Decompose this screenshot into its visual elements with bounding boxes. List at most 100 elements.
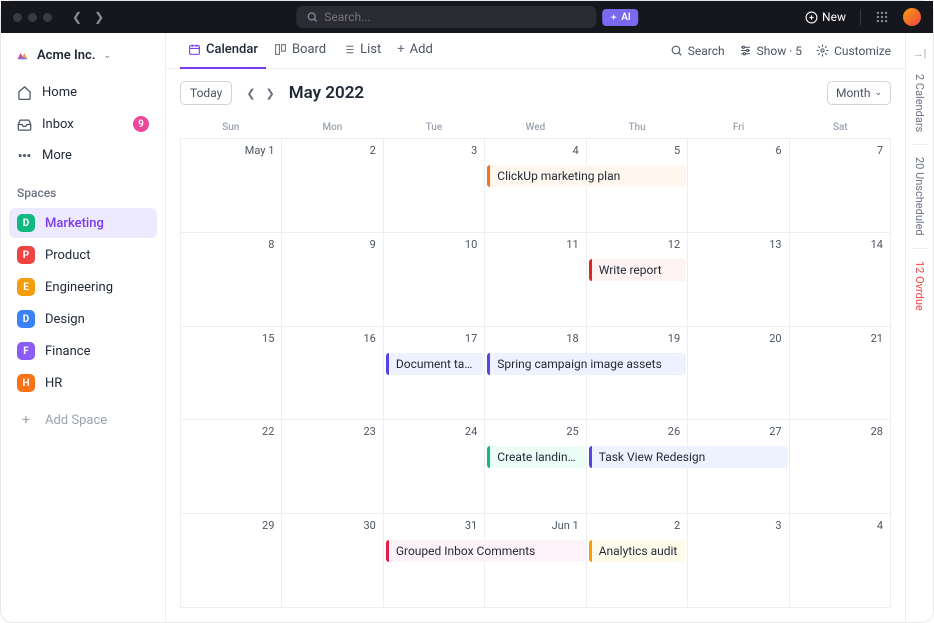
- search-box[interactable]: [296, 6, 596, 28]
- day-cell[interactable]: 21: [790, 327, 891, 420]
- view-tab-add[interactable]: + Add: [389, 33, 441, 69]
- calendar-event[interactable]: Write report: [589, 259, 686, 281]
- day-cell[interactable]: 20: [688, 327, 789, 420]
- day-cell[interactable]: 24: [384, 420, 485, 513]
- today-button[interactable]: Today: [180, 81, 232, 105]
- toolbar-search[interactable]: Search: [670, 44, 725, 58]
- collapse-panel-icon[interactable]: →|: [909, 43, 931, 64]
- nav-item-home[interactable]: Home: [9, 78, 157, 107]
- toolbar-show[interactable]: Show · 5: [739, 44, 802, 58]
- calendar-event[interactable]: Spring campaign image assets: [487, 353, 686, 375]
- day-header: Wed: [485, 117, 587, 138]
- day-cell[interactable]: 6: [688, 139, 789, 232]
- day-cell[interactable]: May 1: [181, 139, 282, 232]
- space-item-finance[interactable]: F Finance: [9, 336, 157, 366]
- board-icon: [274, 43, 287, 56]
- space-label: Design: [45, 312, 85, 327]
- view-tab-board[interactable]: Board: [266, 33, 334, 69]
- space-item-engineering[interactable]: EEngineering: [9, 272, 157, 302]
- nav-forward-icon[interactable]: ❯: [90, 8, 108, 26]
- calendar-event[interactable]: Analytics audit: [589, 540, 686, 562]
- nav-item-more[interactable]: More: [9, 141, 157, 170]
- day-number: 4: [797, 519, 883, 532]
- calendar-event[interactable]: Document target users: [386, 353, 483, 375]
- next-month-icon[interactable]: ❯: [262, 85, 279, 102]
- badge: 9: [133, 116, 149, 132]
- prev-month-icon[interactable]: ❮: [242, 85, 259, 102]
- week-row: 22232425262728Create landing pageTask Vi…: [181, 420, 891, 514]
- nav-back-icon[interactable]: ❮: [68, 8, 86, 26]
- space-label: Engineering: [45, 280, 113, 295]
- divider: [912, 248, 928, 249]
- day-cell[interactable]: 16: [282, 327, 383, 420]
- day-cell[interactable]: 11: [485, 233, 586, 326]
- day-cell[interactable]: 10: [384, 233, 485, 326]
- calendar-event[interactable]: ClickUp marketing plan: [487, 165, 686, 187]
- calendar-event[interactable]: Task View Redesign: [589, 446, 788, 468]
- space-item-hr[interactable]: HHR: [9, 368, 157, 398]
- space-item-design[interactable]: DDesign: [9, 304, 157, 334]
- minimize-window[interactable]: [28, 13, 37, 22]
- day-header: Fri: [688, 117, 790, 138]
- spaces-section-title: Spaces: [9, 172, 157, 208]
- toolbar-customize-label: Customize: [834, 44, 891, 58]
- day-cell[interactable]: 7: [790, 139, 891, 232]
- space-label: Finance: [45, 344, 90, 359]
- view-tab-calendar[interactable]: Calendar: [180, 33, 266, 69]
- day-header: Tue: [383, 117, 485, 138]
- search-input[interactable]: [324, 10, 586, 24]
- new-button[interactable]: New: [805, 10, 846, 24]
- day-cell[interactable]: 23: [282, 420, 383, 513]
- ai-label: AI: [621, 12, 631, 23]
- close-window[interactable]: [13, 13, 22, 22]
- space-item-marketing[interactable]: DMarketing: [9, 208, 157, 238]
- day-number: 28: [797, 425, 883, 438]
- day-cell[interactable]: 29: [181, 514, 282, 607]
- view-mode-select[interactable]: Month ⌄: [827, 81, 891, 105]
- day-cell[interactable]: 14: [790, 233, 891, 326]
- day-cell[interactable]: 15: [181, 327, 282, 420]
- view-toolbar: CalendarBoardList + Add Search Show · 5 Cu…: [166, 33, 905, 69]
- maximize-window[interactable]: [43, 13, 52, 22]
- day-cell[interactable]: 28: [790, 420, 891, 513]
- day-cell[interactable]: 2: [282, 139, 383, 232]
- day-number: May 1: [188, 144, 274, 157]
- day-cell[interactable]: 8: [181, 233, 282, 326]
- day-cell[interactable]: 4: [790, 514, 891, 607]
- day-header: Mon: [282, 117, 384, 138]
- plus-icon: +: [397, 42, 404, 57]
- toolbar-show-label: Show · 5: [757, 44, 802, 58]
- ai-button[interactable]: AI: [602, 9, 638, 26]
- toolbar-customize[interactable]: Customize: [816, 44, 891, 58]
- workspace-switcher[interactable]: Acme Inc. ⌄: [9, 43, 157, 68]
- day-number: 23: [289, 425, 375, 438]
- week-row: 891011121314Write report: [181, 233, 891, 327]
- user-avatar[interactable]: [903, 8, 921, 26]
- day-number: 22: [188, 425, 274, 438]
- day-cell[interactable]: 22: [181, 420, 282, 513]
- view-tab-list[interactable]: List: [334, 33, 389, 69]
- calendar-event[interactable]: Grouped Inbox Comments: [386, 540, 585, 562]
- calendar-header: Today ❮ ❯ May 2022 Month ⌄: [166, 69, 905, 117]
- add-space-label: Add Space: [45, 413, 107, 428]
- day-number: 19: [594, 332, 680, 345]
- side-unscheduled[interactable]: 20 Unscheduled: [913, 147, 926, 246]
- calendar-event[interactable]: Create landing page: [487, 446, 584, 468]
- day-number: 10: [391, 238, 477, 251]
- day-cell[interactable]: 3: [384, 139, 485, 232]
- chevron-down-icon: ⌄: [103, 51, 111, 61]
- apps-grid-icon[interactable]: [875, 10, 889, 24]
- side-calendars[interactable]: 2 Calendars: [913, 64, 926, 142]
- side-overdue[interactable]: 12 Ovrdue: [913, 251, 926, 321]
- day-cell[interactable]: 3: [688, 514, 789, 607]
- add-space-button[interactable]: + Add Space: [9, 404, 157, 436]
- day-number: 20: [695, 332, 781, 345]
- day-cell[interactable]: 9: [282, 233, 383, 326]
- space-icon: F: [17, 342, 35, 360]
- day-cell[interactable]: 30: [282, 514, 383, 607]
- space-item-product[interactable]: PProduct: [9, 240, 157, 270]
- nav-item-inbox[interactable]: Inbox9: [9, 109, 157, 139]
- view-tab-label: Add: [410, 42, 433, 57]
- day-cell[interactable]: 13: [688, 233, 789, 326]
- day-number: 8: [188, 238, 274, 251]
